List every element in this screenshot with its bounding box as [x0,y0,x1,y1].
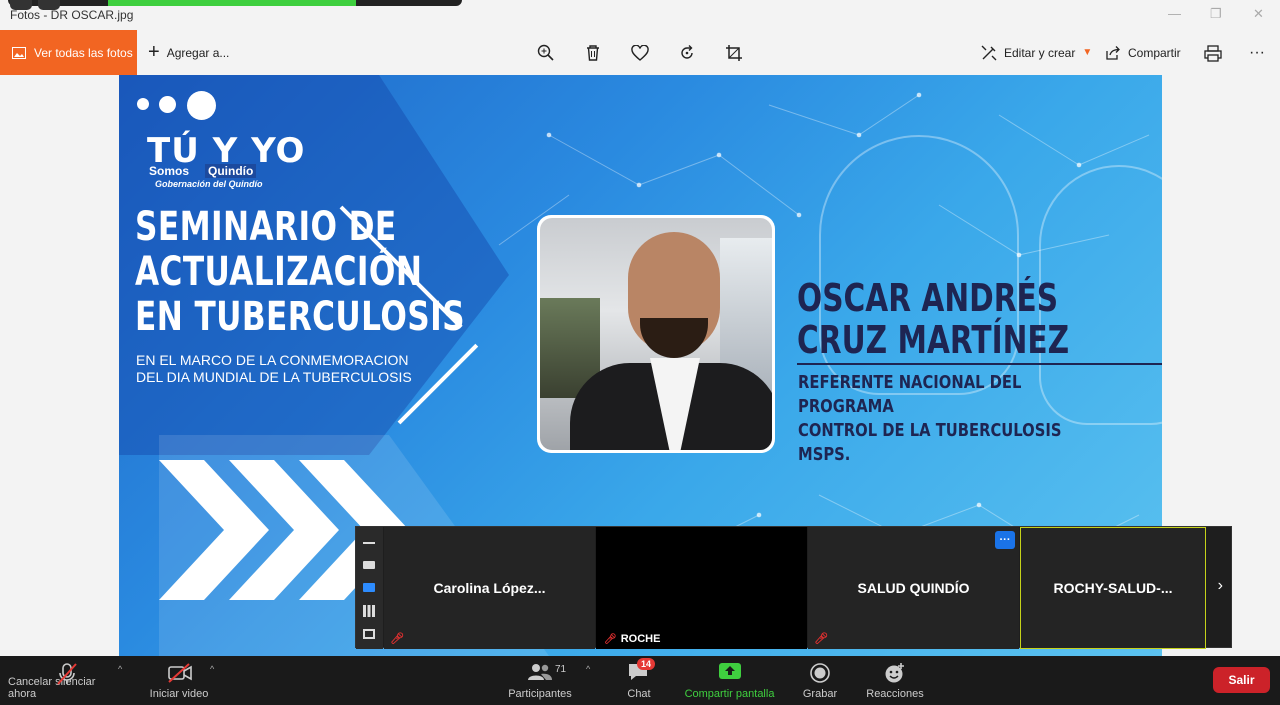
reactions-button[interactable]: Reacciones [864,656,926,705]
start-video-label: Iniciar video [149,688,209,700]
participants-button[interactable]: 71 Participantes [505,656,575,705]
participants-count: 71 [555,664,567,675]
audio-options-caret[interactable]: ^ [118,664,122,674]
logo-quindio: Quindío [205,164,257,178]
reactions-smiley-icon [885,663,904,683]
name-divider [797,363,1162,365]
seminar-subtitle-line: EN EL MARCO DE LA CONMEMORACION [136,352,409,368]
add-to-label: Agregar a... [166,45,230,60]
unmute-button[interactable]: Cancelar silenciar ahora [8,656,126,705]
photos-icon [12,46,26,59]
participant-label: 🎤︎ ROCHE [600,632,665,646]
favorite-heart-icon[interactable] [629,42,651,64]
share-screen-icon [719,663,741,679]
speaker-role-line: REFERENTE NACIONAL DEL PROGRAMA [798,372,1022,417]
next-page-arrow[interactable]: › [1218,577,1223,595]
chat-button[interactable]: 14 Chat [620,656,658,705]
leave-meeting-button[interactable]: Salir [1213,667,1270,693]
photos-toolbar: Ver todas las fotos + Agregar a... Edita… [0,30,1280,75]
participants-options-caret[interactable]: ^ [586,664,590,674]
zoom-in-icon[interactable] [535,42,557,64]
record-button[interactable]: Grabar [800,656,840,705]
sharing-status-bar [108,0,356,6]
share-button[interactable]: Compartir [1105,30,1181,75]
share-screen-label: Compartir pantalla [684,688,775,700]
view-all-photos-button[interactable]: Ver todas las fotos [0,30,137,75]
strip-view-icon[interactable] [363,583,375,592]
mic-muted-icon: 🎤︎ [390,633,404,645]
mic-muted-icon: 🎤︎ [814,633,828,645]
fullscreen-icon[interactable] [363,629,375,639]
zoom-sharing-indicator[interactable] [8,0,462,10]
seminar-subtitle: EN EL MARCO DE LA CONMEMORACION DEL DIA … [136,352,412,386]
close-button[interactable]: ✕ [1253,6,1264,22]
seminar-title: SEMINARIO DE ACTUALIZACIÓN EN TUBERCULOS… [135,205,465,340]
participant-tile-active-speaker[interactable]: ROCHY-SALUD-... [1020,527,1206,649]
video-off-icon [168,663,192,683]
mic-muted-icon: 🎤︎ [604,633,617,645]
print-icon[interactable] [1202,42,1224,64]
chevron-down-icon: ▼ [1082,47,1093,58]
seminar-title-line: SEMINARIO DE [135,204,397,250]
add-to-button[interactable]: + Agregar a... [148,30,229,75]
crop-icon[interactable] [723,42,745,64]
speaker-photo-frame [537,215,775,453]
speaker-name: OSCAR ANDRÉS CRUZ MARTÍNEZ [797,277,1069,361]
share-screen-button[interactable]: Compartir pantalla [682,656,777,705]
more-options-button[interactable]: ··· [1249,30,1265,75]
speaker-role-line: CONTROL DE LA TUBERCULOSIS MSPS. [798,420,1062,465]
minimize-strip-icon[interactable] [363,542,375,544]
start-video-button[interactable]: Iniciar video [145,656,213,705]
gallery-view-icon[interactable] [363,605,375,617]
view-controls [356,527,383,649]
minimize-button[interactable]: — [1168,6,1181,21]
maximize-button[interactable]: ❐ [1210,6,1222,22]
plus-icon: + [148,41,160,63]
mic-muted-icon [57,663,77,685]
view-all-photos-label: Ver todas las fotos [34,45,133,60]
seminar-title-line: ACTUALIZACIÓN [135,249,423,295]
speaker-role: REFERENTE NACIONAL DEL PROGRAMA CONTROL … [798,371,1096,467]
participant-tile[interactable]: 🎤︎ ROCHE [596,527,807,649]
participant-tile[interactable]: Carolina López... 🎤︎ [384,527,595,649]
share-icon [1106,45,1120,60]
participant-name: ROCHY-SALUD-... [1053,580,1173,596]
participants-icon [528,664,552,680]
reactions-label: Reacciones [866,688,924,700]
edit-create-icon [981,45,997,60]
more-options-button[interactable]: ··· [995,531,1015,549]
video-options-caret[interactable]: ^ [210,664,214,674]
zoom-meeting-controls: Cancelar silenciar ahora ^ Iniciar video… [0,656,1280,705]
edit-create-label: Editar y crear [1004,45,1076,60]
participant-tile[interactable]: SALUD QUINDÍO ··· 🎤︎ [808,527,1019,649]
logo-somos: Somos [149,164,190,178]
speaker-beard [640,318,708,358]
rotate-icon[interactable] [676,42,698,64]
record-icon [810,663,830,683]
speaker-photo [540,218,772,450]
title-bar: Fotos - DR OSCAR.jpg — ❐ ✕ [0,0,1280,30]
speaker-name-line: OSCAR ANDRÉS [797,276,1059,320]
participants-label: Participantes [508,688,572,700]
chat-label: Chat [627,688,651,700]
speaker-name-line: CRUZ MARTÍNEZ [797,318,1070,362]
window-title: Fotos - DR OSCAR.jpg [10,8,134,22]
logo-gobernacion: Gobernación del Quindío [155,179,263,189]
participant-name: Carolina López... [433,580,546,596]
participant-name: SALUD QUINDÍO [857,580,970,596]
video-thumbnail-strip: Carolina López... 🎤︎ 🎤︎ ROCHE SALUD QUIN… [355,526,1232,649]
seminar-title-line: EN TUBERCULOSIS [135,294,465,340]
speaker-view-icon[interactable] [363,561,375,569]
chat-unread-badge: 14 [637,658,656,670]
record-label: Grabar [802,688,838,700]
participant-label-text: ROCHE [620,633,661,645]
edit-create-button[interactable]: Editar y crear ▼ [981,30,1092,75]
share-label: Compartir [1128,45,1181,60]
seminar-subtitle-line: DEL DIA MUNDIAL DE LA TUBERCULOSIS [136,369,412,385]
delete-icon[interactable] [582,42,604,64]
